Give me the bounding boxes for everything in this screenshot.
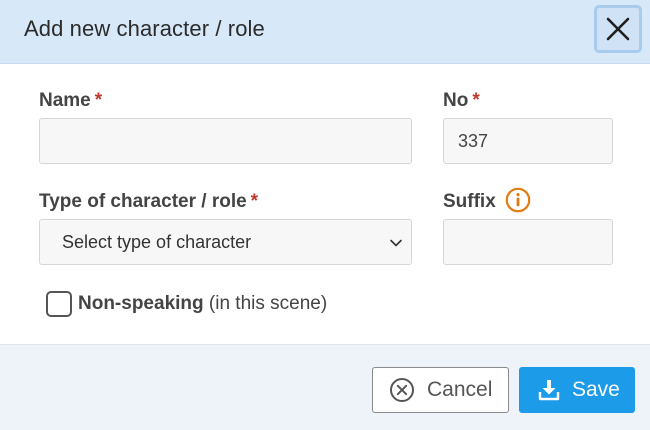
type-label: Type of character / role * — [39, 191, 258, 213]
number-input[interactable] — [443, 118, 613, 164]
dialog-header: Add new character / role — [0, 0, 650, 64]
suffix-input[interactable] — [443, 219, 613, 265]
type-label-text: Type of character / role — [39, 191, 247, 212]
required-mark: * — [94, 90, 103, 111]
info-icon[interactable] — [505, 187, 531, 213]
close-icon — [606, 17, 630, 41]
save-button[interactable]: Save — [519, 367, 635, 413]
dialog-title: Add new character / role — [24, 16, 265, 41]
name-label: Name * — [39, 90, 102, 112]
non-speaking-label[interactable]: Non-speaking (in this scene) — [78, 293, 327, 315]
non-speaking-label-rest: (in this scene) — [203, 293, 328, 314]
select-value: Select type of character — [62, 231, 252, 252]
no-label-text: No — [443, 90, 469, 111]
cancel-circle-x-icon — [390, 378, 414, 402]
required-mark: * — [472, 90, 480, 111]
cancel-button-label: Cancel — [427, 378, 493, 401]
non-speaking-checkbox[interactable] — [46, 291, 72, 317]
save-download-icon — [538, 380, 560, 401]
required-mark: * — [250, 191, 259, 212]
character-type-select[interactable]: Select type of character — [39, 219, 412, 265]
cancel-button[interactable]: Cancel — [372, 367, 509, 413]
chevron-down-icon — [390, 239, 402, 247]
name-input[interactable] — [39, 118, 412, 164]
non-speaking-label-strong: Non-speaking — [78, 293, 204, 314]
save-button-label: Save — [572, 378, 620, 401]
name-label-text: Name — [39, 90, 91, 111]
add-character-dialog: Add new character / role Name* No* Type … — [0, 0, 650, 430]
close-button[interactable] — [594, 5, 642, 53]
suffix-label: Suffix — [443, 191, 496, 212]
no-label: No * — [443, 90, 480, 112]
non-speaking-row: Non-speaking (in this scene) — [46, 291, 327, 317]
